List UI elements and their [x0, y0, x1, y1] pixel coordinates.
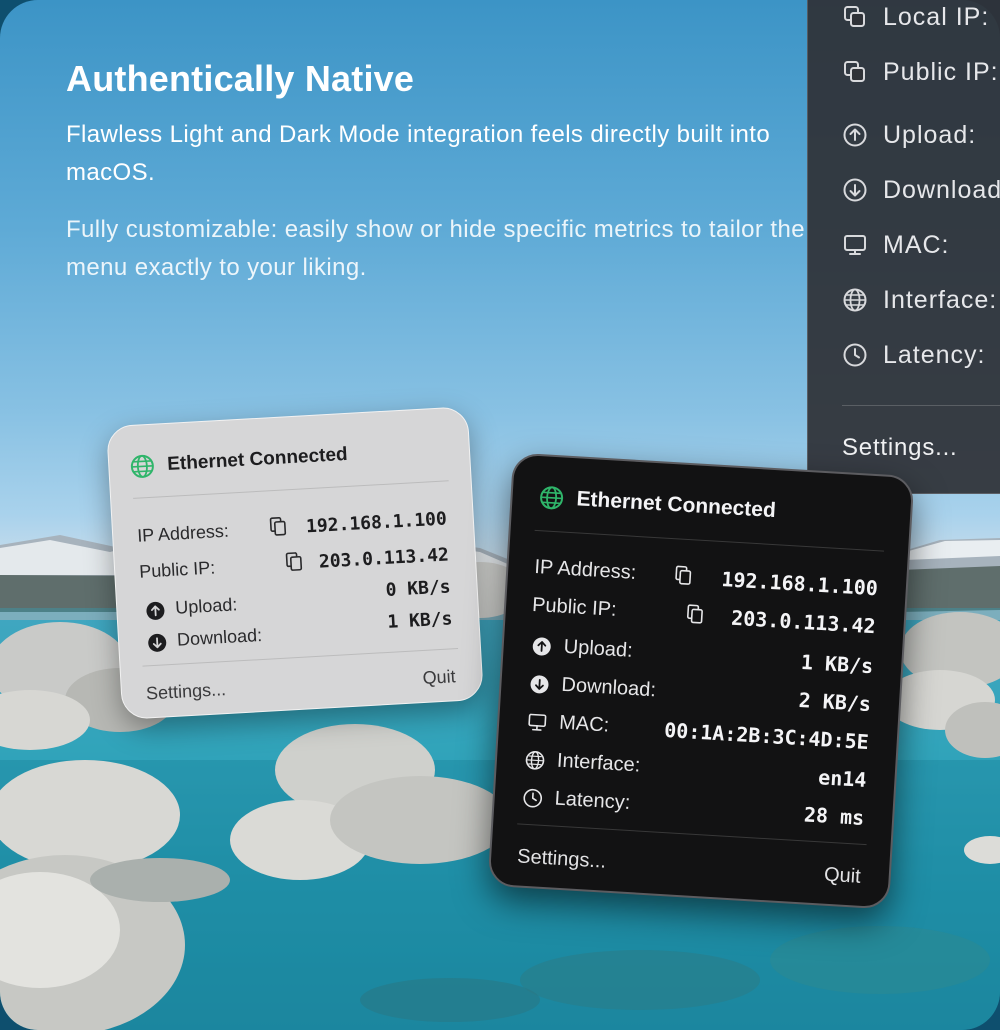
side-menu-label: Local IP:: [883, 2, 990, 31]
side-menu-item-upload[interactable]: Upload:: [842, 117, 976, 153]
globe-icon: [525, 750, 545, 770]
download-value: 1 KB/s: [386, 608, 453, 633]
side-menu-item-local-ip[interactable]: Local IP:: [842, 0, 989, 35]
arrow-up-circle-icon: [146, 601, 165, 620]
interface-label: Interface:: [556, 749, 641, 777]
side-menu-label: Interface:: [883, 285, 998, 314]
monitor-icon: [844, 235, 866, 255]
mac-label: MAC:: [558, 711, 610, 737]
latency-value: 28 ms: [803, 802, 865, 830]
ip-address-value: 192.168.1.100: [305, 508, 448, 538]
mac-value: 00:1A:2B:3C:4D:5E: [663, 717, 870, 755]
clock-icon: [523, 788, 543, 808]
feature-paragraph-customization: Fully customizable: easily show or hide …: [66, 216, 805, 281]
copy-icon[interactable]: [674, 564, 693, 587]
side-menu-item-download[interactable]: Download:: [842, 172, 1000, 208]
side-menu-label: Public IP:: [883, 57, 999, 86]
ip-address-label: IP Address:: [533, 555, 637, 584]
card-divider: [133, 480, 449, 499]
side-menu-divider: [842, 405, 1000, 406]
interface-value: en14: [817, 765, 868, 792]
globe-icon: [540, 486, 564, 510]
upload-value: 1 KB/s: [800, 649, 874, 679]
side-menu-item-mac[interactable]: MAC:: [842, 227, 950, 263]
settings-menu-item[interactable]: Settings...: [145, 679, 226, 704]
feature-paragraph-appearance: Flawless Light and Dark Mode integration…: [66, 121, 771, 186]
card-header: Ethernet Connected: [538, 484, 777, 524]
globe-icon: [130, 454, 154, 478]
copy-icon[interactable]: [284, 551, 303, 574]
arrow-down-circle-icon: [148, 633, 167, 652]
card-header: Ethernet Connected: [129, 442, 349, 480]
clock-icon: [843, 343, 867, 367]
side-menu-item-latency[interactable]: Latency:: [842, 337, 986, 373]
card-divider: [142, 648, 459, 667]
ip-address-value: 192.168.1.100: [720, 567, 879, 601]
side-menu-label: Download:: [883, 175, 1000, 204]
card-divider: [534, 529, 885, 552]
side-menu-label: Upload:: [883, 120, 977, 149]
upload-label: Upload:: [174, 594, 238, 618]
connection-status-title: Ethernet Connected: [166, 443, 349, 475]
public-ip-label: Public IP:: [531, 593, 618, 621]
public-ip-label: Public IP:: [138, 557, 216, 582]
upload-value: 0 KB/s: [385, 576, 452, 601]
side-menu-settings-item[interactable]: Settings...: [842, 434, 958, 462]
side-menu-item-interface[interactable]: Interface:: [842, 282, 997, 318]
arrow-down-circle-icon: [530, 675, 549, 694]
connection-status-title: Ethernet Connected: [575, 487, 777, 523]
light-mode-menu-card: Ethernet Connected IP Address: 192.168.1…: [106, 406, 484, 720]
page-headline: Authentically Native: [66, 58, 415, 99]
dark-mode-menu-card: Ethernet Connected IP Address: 192.168.1…: [487, 452, 915, 910]
latency-label: Latency:: [554, 787, 631, 814]
ip-address-label: IP Address:: [136, 520, 230, 546]
arrow-up-circle-icon: [843, 123, 867, 147]
globe-icon: [843, 288, 867, 312]
copy-icon[interactable]: [268, 515, 287, 538]
download-value: 2 KB/s: [798, 687, 872, 717]
settings-menu-item[interactable]: Settings...: [517, 845, 607, 873]
copy-icon: [844, 6, 865, 27]
side-menu-item-public-ip[interactable]: Public IP:: [842, 54, 999, 90]
quit-menu-item[interactable]: Quit: [422, 666, 456, 689]
arrow-up-circle-icon: [532, 637, 551, 656]
side-menu-label: MAC:: [883, 230, 950, 259]
download-label: Download:: [560, 673, 657, 702]
dark-menu-settings-preview: Local IP: Public IP: Upload: Download: M…: [807, 0, 1000, 494]
side-menu-label: Latency:: [883, 340, 986, 369]
download-label: Download:: [176, 624, 263, 650]
quit-menu-item[interactable]: Quit: [823, 864, 861, 889]
monitor-icon: [528, 713, 547, 731]
copy-icon: [844, 61, 865, 82]
public-ip-value: 203.0.113.42: [730, 605, 877, 639]
arrow-down-circle-icon: [843, 178, 867, 202]
copy-icon[interactable]: [685, 603, 704, 626]
public-ip-value: 203.0.113.42: [318, 544, 450, 573]
upload-label: Upload:: [563, 635, 634, 662]
